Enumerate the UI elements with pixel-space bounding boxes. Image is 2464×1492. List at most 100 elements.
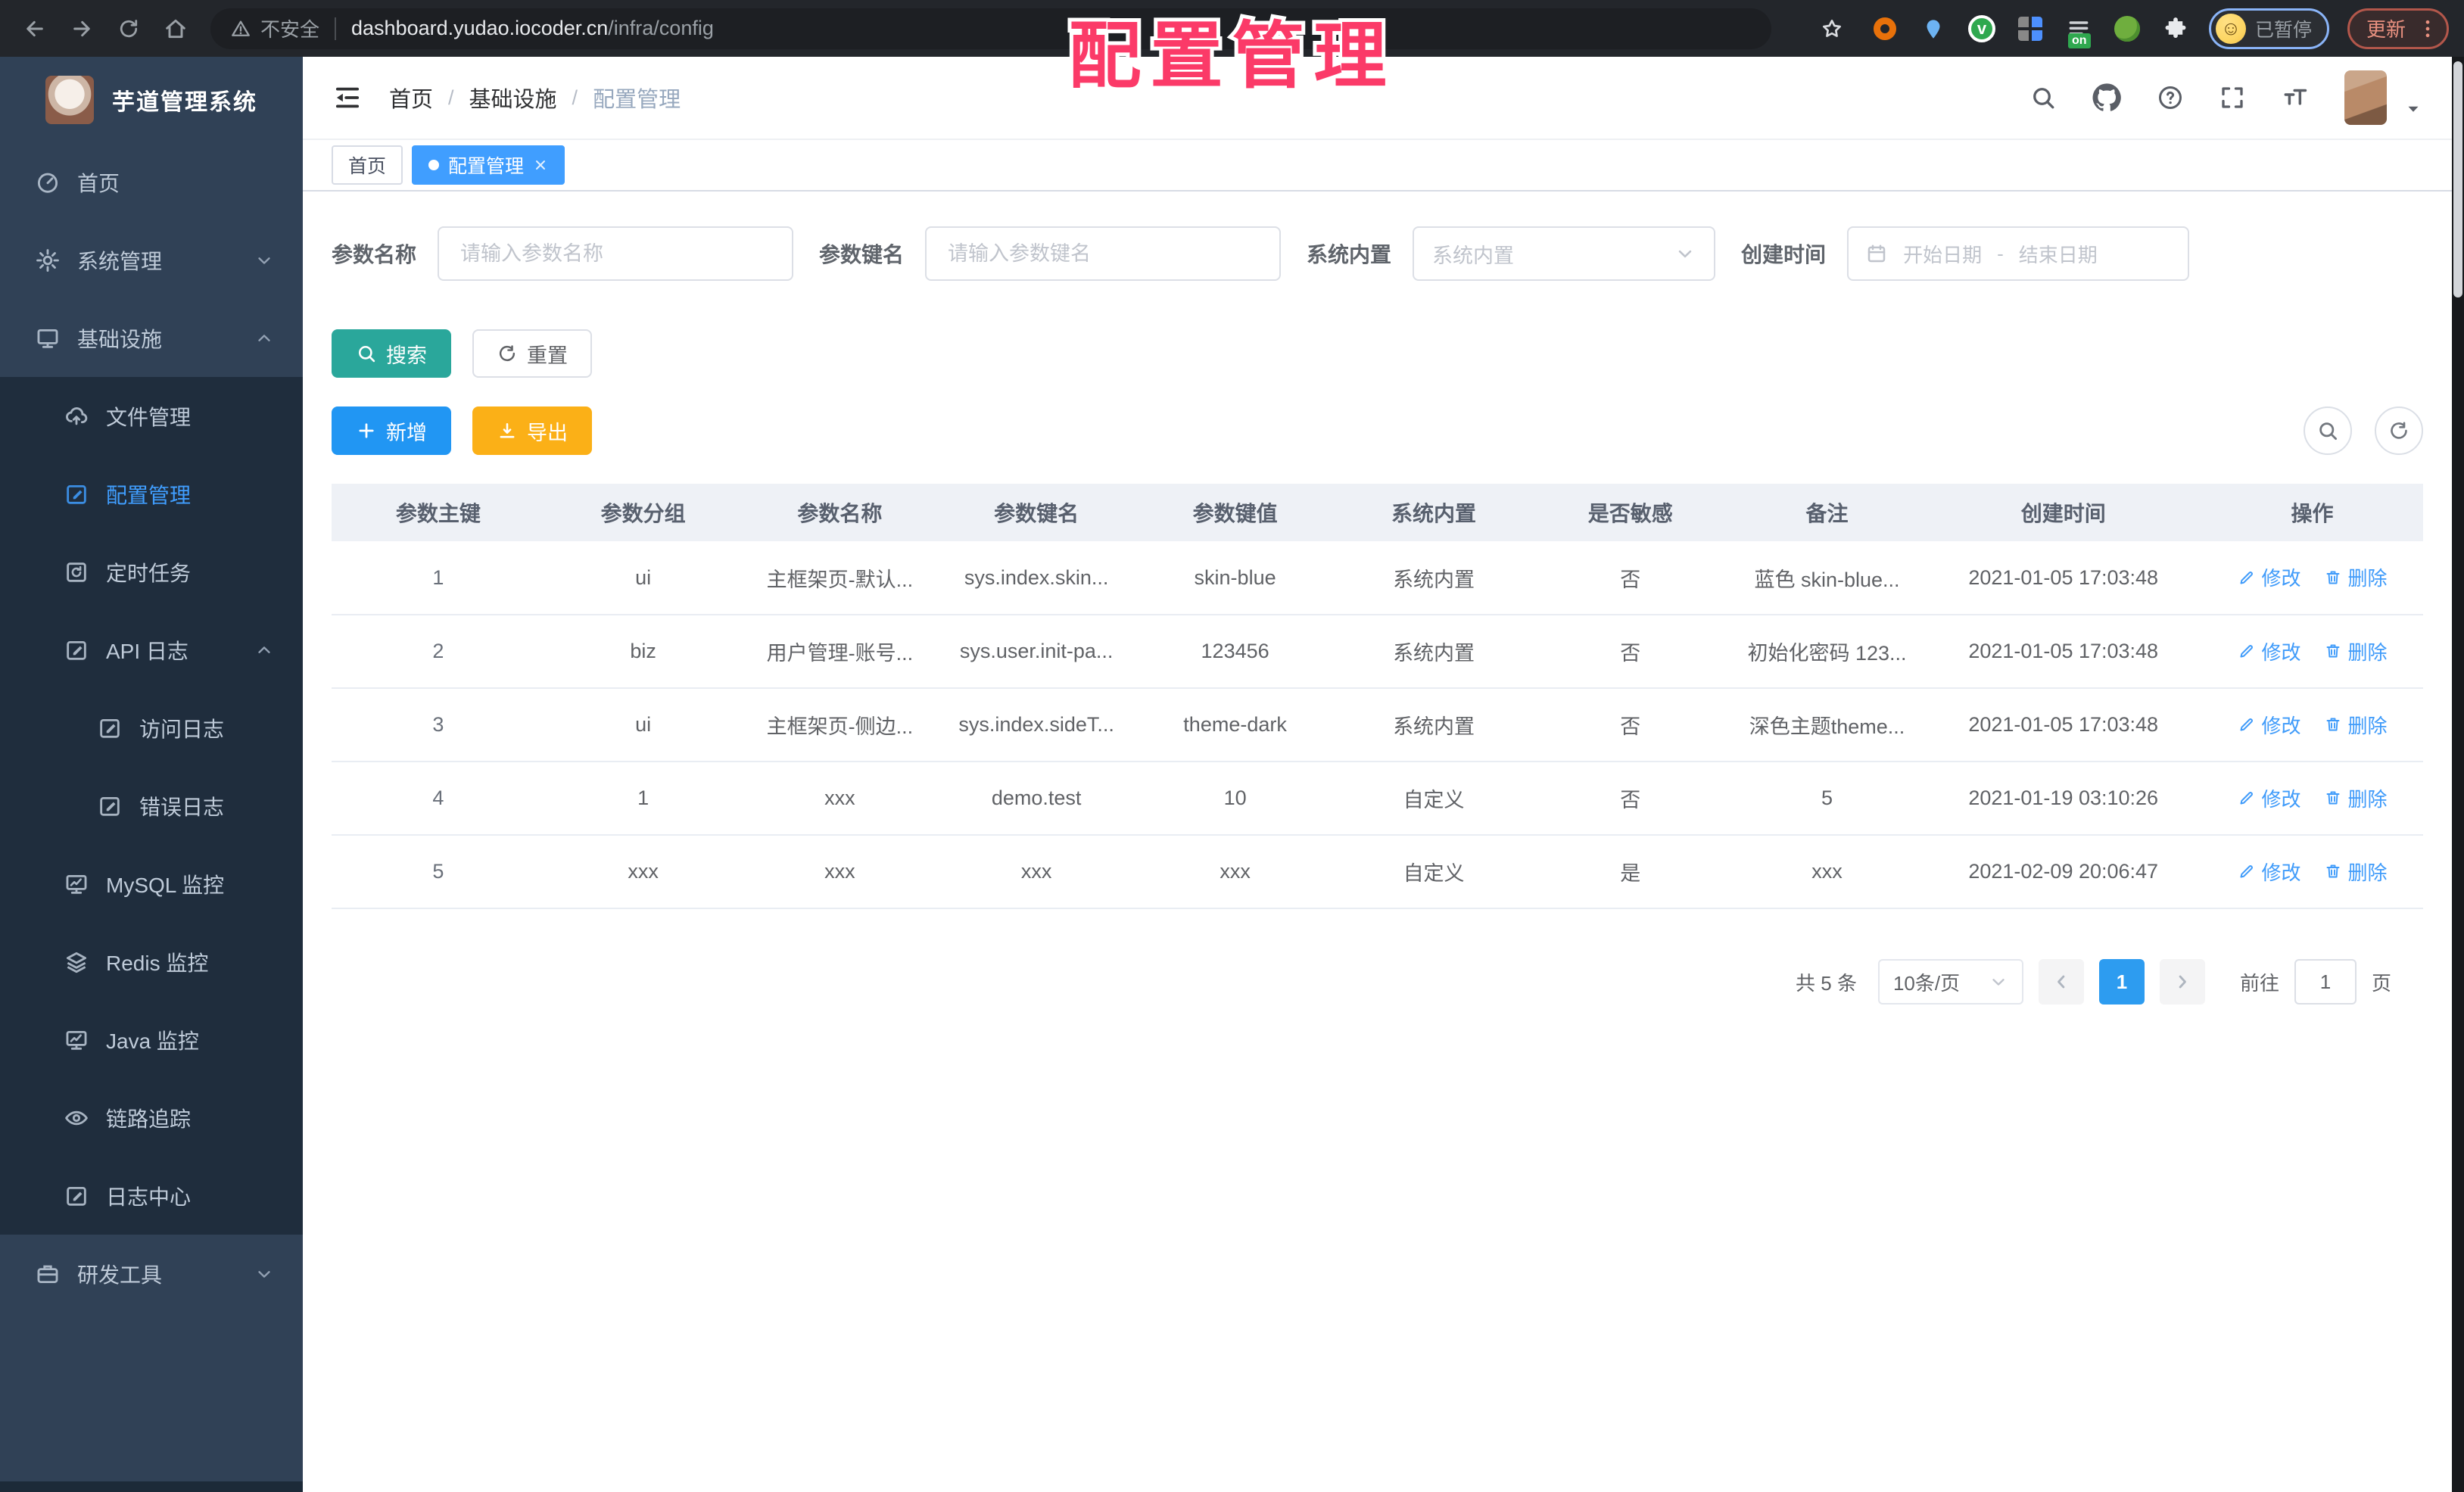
edit-row-link[interactable]: 修改 [2238,563,2301,591]
sidebar-item-11[interactable]: Redis 监控 [0,923,303,1001]
sidebar-item-label: Redis 监控 [106,951,209,975]
system-builtin-select[interactable]: 系统内置 [1413,226,1716,281]
header-search-icon[interactable] [2029,84,2057,111]
prev-page-button[interactable] [2038,959,2084,1005]
browser-home-button[interactable] [156,9,195,48]
search-button[interactable]: 搜索 [332,329,451,378]
param-name-input[interactable] [438,226,794,281]
browser-back-button[interactable] [15,9,55,48]
sidebar-item-10[interactable]: MySQL 监控 [0,845,303,923]
table-cell: 否 [1531,615,1729,689]
extension-list-icon[interactable]: on [2064,14,2094,48]
trash-icon [2324,642,2342,660]
sidebar-item-1[interactable]: 首页 [0,143,303,221]
browser-reload-button[interactable] [109,9,148,48]
extension-wrench-icon[interactable] [2112,14,2142,44]
sidebar-item-9[interactable]: 错误日志 [0,767,303,845]
refresh-table-button[interactable] [2375,406,2423,455]
kebab-menu-icon[interactable] [2416,17,2439,40]
table-row: 5 xxx xxx xxx xxx 自定义是 xxx 2021-02-09 20:06:47 修… [332,835,2423,909]
table-cell: 初始化密码 123... [1728,615,1926,689]
browser-scrollbar-track[interactable] [2452,57,2464,1492]
table-cell: 2021-01-05 17:03:48 [1925,688,2202,762]
browser-forward-button[interactable] [62,9,101,48]
tag-active[interactable]: 配置管理 [412,145,565,185]
sidebar-item-7[interactable]: API 日志 [0,611,303,689]
toggle-search-button[interactable] [2304,406,2352,455]
table-cell: xxx [1134,835,1336,909]
browser-update-button[interactable]: 更新 [2347,8,2449,49]
user-avatar[interactable] [2344,70,2387,125]
font-size-icon[interactable] [2281,83,2310,112]
sidebar-item-4[interactable]: 文件管理 [0,377,303,455]
extension-on-badge: on [2067,33,2091,48]
extension-v-icon[interactable]: v [1967,14,1997,44]
sidebar-item-5[interactable]: 配置管理 [0,455,303,533]
extension-grid-icon[interactable] [2015,14,2045,44]
sidebar-item-3[interactable]: 基础设施 [0,299,303,377]
table-cell: 5 [1728,762,1926,836]
page-size-select[interactable]: 10条/页 [1877,959,2023,1005]
chevron-down-icon [254,1264,274,1284]
delete-row-link[interactable]: 删除 [2324,784,2388,812]
goto-page-input[interactable] [2294,959,2357,1005]
chevron-down-icon [1989,972,2008,992]
page-size-value: 10条/页 [1892,971,1961,995]
table-cell: 系统内置 [1335,688,1532,762]
help-icon[interactable] [2157,84,2184,111]
update-label: 更新 [2366,18,2406,41]
current-page-button[interactable]: 1 [2098,959,2145,1005]
browser-profile-chip[interactable]: ☺ 已暂停 [2208,8,2329,49]
fullscreen-icon[interactable] [2219,84,2246,111]
close-icon[interactable] [533,157,548,173]
delete-row-link[interactable]: 删除 [2324,711,2388,739]
param-key-input[interactable] [925,226,1282,281]
edit-row-link[interactable]: 修改 [2238,637,2301,665]
reset-button[interactable]: 重置 [472,329,592,378]
date-range-picker[interactable]: 开始日期 - 结束日期 [1847,226,2190,281]
breadcrumb-separator: / [572,86,578,109]
edit-row-link[interactable]: 修改 [2238,784,2301,812]
create-time-label: 创建时间 [1741,243,1827,266]
column-header: 操作 [2201,484,2423,541]
github-icon[interactable] [2092,83,2122,113]
extension-orange-ring-icon[interactable] [1870,14,1900,44]
sidebar-item-8[interactable]: 访问日志 [0,689,303,767]
browser-scrollbar-thumb[interactable] [2453,61,2462,297]
avatar-caret-down-icon[interactable] [2403,99,2423,119]
sidebar-item-13[interactable]: 链路追踪 [0,1079,303,1157]
address-bar[interactable]: 不安全 dashboard.yudao.iocoder.cn /infra/co… [210,8,1771,49]
table-cell: xxx [741,762,939,836]
sidebar-item-label: 链路追踪 [106,1107,192,1131]
table-cell: 1 [544,762,742,836]
sidebar-item-2[interactable]: 系统管理 [0,221,303,299]
tag-label: 首页 [348,156,387,177]
next-page-button[interactable] [2159,959,2205,1005]
tag-item[interactable]: 首页 [332,145,403,185]
table-cell: xxx [544,835,742,909]
delete-row-link[interactable]: 删除 [2324,858,2388,886]
bookmark-star-icon[interactable] [1812,9,1852,48]
sidebar-fold-icon[interactable] [332,82,363,114]
download-icon [497,420,518,441]
sidebar-item-14[interactable]: 日志中心 [0,1157,303,1235]
add-button[interactable]: 新增 [332,406,451,455]
breadcrumb-item[interactable]: 基础设施 [469,82,557,114]
calendar-icon [1865,242,1888,265]
export-button[interactable]: 导出 [472,406,592,455]
sidebar-item-15[interactable]: 研发工具 [0,1235,303,1313]
delete-row-link[interactable]: 删除 [2324,637,2388,665]
sidebar-item-6[interactable]: 定时任务 [0,533,303,611]
sidebar-logo-row[interactable]: 芋道管理系统 [0,57,303,143]
monitor-icon [35,325,61,351]
layers-icon [64,949,89,975]
edit-row-link[interactable]: 修改 [2238,858,2301,886]
delete-row-link[interactable]: 删除 [2324,563,2388,591]
extensions-puzzle-icon[interactable] [2160,14,2191,44]
edit-row-link[interactable]: 修改 [2238,711,2301,739]
extension-pin-icon[interactable] [1918,14,1948,44]
sidebar-item-12[interactable]: Java 监控 [0,1001,303,1079]
sidebar-item-label: 日志中心 [106,1185,192,1209]
breadcrumb-item[interactable]: 首页 [389,82,433,114]
table-cell: 用户管理-账号... [741,615,939,689]
